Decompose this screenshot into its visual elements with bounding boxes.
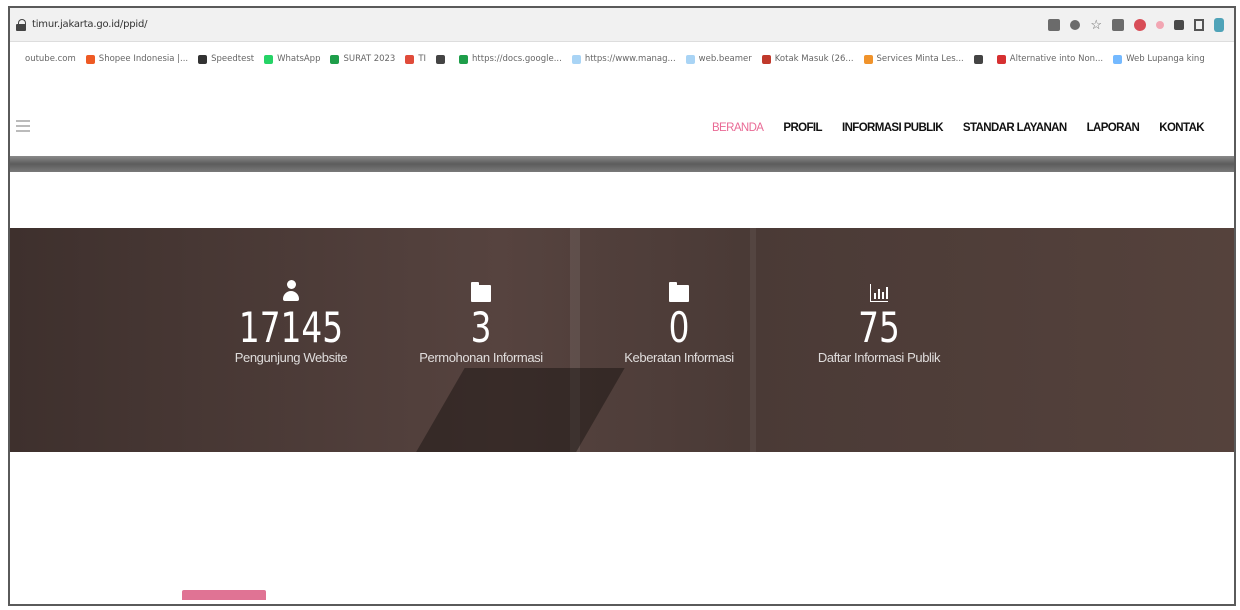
extension-pink-icon[interactable] (1156, 20, 1164, 29)
bookmark-item[interactable]: Kotak Masuk (26... (761, 54, 854, 64)
bookmark-favicon-icon (1113, 54, 1123, 64)
stat-visitors: 17145 Pengunjung Website (206, 278, 376, 365)
stat-value: 0 (668, 303, 690, 352)
bookmark-item[interactable]: Shopee Indonesia |... (85, 54, 189, 64)
hero-shadow (395, 368, 625, 452)
bookmark-item[interactable]: web.beamer (685, 54, 752, 64)
extension-red-icon[interactable] (1134, 18, 1146, 31)
folder-icon (669, 282, 689, 302)
bookmark-label: Kotak Masuk (26... (774, 54, 854, 64)
bookmark-favicon-icon (685, 54, 695, 64)
stat-value: 17145 (238, 303, 344, 352)
menu-icon[interactable] (16, 120, 30, 132)
bookmark-item[interactable]: SURAT 2023 (330, 54, 395, 64)
nav-item-profil[interactable]: PROFIL (783, 122, 822, 134)
header-banner-strip (10, 156, 1234, 172)
browser-toolbar-icons: ☆ (1048, 17, 1224, 32)
address-bar[interactable]: timur.jakarta.go.id/ppid/ ☆ (10, 8, 1234, 42)
share-icon[interactable] (1070, 19, 1081, 30)
stat-label: Keberatan Informasi (624, 350, 734, 365)
stat-label: Daftar Informasi Publik (817, 350, 941, 365)
translate-icon[interactable] (1048, 18, 1061, 31)
bookmark-star-icon[interactable]: ☆ (1090, 18, 1102, 31)
bookmark-label: Alternative into Non... (1009, 54, 1104, 64)
stat-label: Permohonan Informasi (419, 350, 543, 365)
section-tab-accent[interactable] (182, 590, 266, 600)
stat-objections: 0 Keberatan Informasi (594, 278, 764, 365)
lock-icon (16, 18, 26, 31)
bookmark-item[interactable]: outube.com (12, 54, 76, 64)
bookmark-item[interactable]: https://www.manag... (571, 54, 676, 64)
bookmark-item[interactable] (436, 54, 449, 64)
bookmark-label: web.beamer (698, 54, 752, 64)
bookmark-favicon-icon (264, 54, 274, 64)
bookmark-favicon-icon (996, 54, 1006, 64)
bookmark-item[interactable] (973, 54, 987, 64)
side-panel-icon[interactable] (1194, 18, 1204, 31)
nav-item-laporan[interactable]: LAPORAN (1087, 122, 1140, 134)
profile-icon[interactable] (1214, 17, 1224, 32)
bookmark-favicon-icon (863, 54, 873, 64)
bookmark-label: https://www.manag... (584, 54, 676, 64)
site-header: BERANDA PROFIL INFORMASI PUBLIK STANDAR LAY… (10, 104, 1234, 154)
bookmark-item[interactable]: https://docs.google... (459, 54, 562, 64)
bookmark-label: SURAT 2023 (343, 54, 396, 64)
bookmark-item[interactable]: Alternative into Non... (996, 54, 1104, 64)
bookmark-item[interactable]: Web Lupanga king (1113, 54, 1205, 64)
stat-requests: 3 Permohonan Informasi (396, 278, 566, 365)
nav-item-standar-layanan[interactable]: STANDAR LAYANAN (963, 122, 1067, 134)
bookmark-favicon-icon (436, 54, 446, 64)
bookmark-favicon-icon (12, 54, 21, 64)
bookmark-label: Web Lupanga king (1126, 54, 1205, 64)
bookmark-favicon-icon (761, 54, 771, 64)
stats-section: 17145 Pengunjung Website 3 Permohonan In… (10, 228, 1234, 452)
browser-window: timur.jakarta.go.id/ppid/ ☆ outube.com Sh… (8, 6, 1236, 606)
bookmark-label: Shopee Indonesia |... (98, 54, 189, 64)
bookmarks-bar: outube.com Shopee Indonesia |... Speedtest… (10, 48, 1234, 70)
folder-icon (471, 282, 491, 302)
user-icon (282, 280, 300, 302)
bookmark-favicon-icon (459, 54, 469, 64)
stat-public-info: 75 Daftar Informasi Publik (794, 278, 964, 365)
bookmark-favicon-icon (198, 54, 208, 64)
nav-item-informasi-publik[interactable]: INFORMASI PUBLIK (842, 122, 944, 134)
bookmark-item[interactable]: Services Minta Les... (863, 54, 964, 64)
bookmark-label: TI (418, 54, 427, 64)
bookmark-favicon-icon (405, 54, 415, 64)
bookmark-label: https://docs.google... (472, 54, 562, 64)
main-nav: BERANDA PROFIL INFORMASI PUBLIK STANDAR LAY… (712, 122, 1205, 134)
stat-value: 3 (470, 303, 492, 352)
bookmark-label: Services Minta Les... (876, 54, 964, 64)
bookmark-label: WhatsApp (277, 54, 321, 64)
nav-item-kontak[interactable]: KONTAK (1159, 122, 1204, 134)
bookmark-label: Speedtest (211, 54, 255, 64)
bar-chart-icon (870, 284, 888, 302)
extension-icon[interactable] (1112, 18, 1124, 31)
bookmark-favicon-icon (973, 54, 983, 64)
stat-label: Pengunjung Website (234, 350, 348, 365)
bookmark-item[interactable]: Speedtest (198, 54, 254, 64)
bookmark-favicon-icon (330, 54, 340, 64)
stat-value: 75 (858, 303, 900, 352)
puzzle-icon[interactable] (1174, 19, 1184, 30)
url-text[interactable]: timur.jakarta.go.id/ppid/ (32, 19, 147, 30)
bookmark-favicon-icon (571, 54, 581, 64)
bookmark-item[interactable]: TI (405, 54, 426, 64)
bookmark-favicon-icon (85, 54, 95, 64)
bookmark-item[interactable]: WhatsApp (264, 54, 320, 64)
nav-item-beranda[interactable]: BERANDA (712, 122, 764, 134)
bookmark-label: outube.com (25, 54, 76, 64)
